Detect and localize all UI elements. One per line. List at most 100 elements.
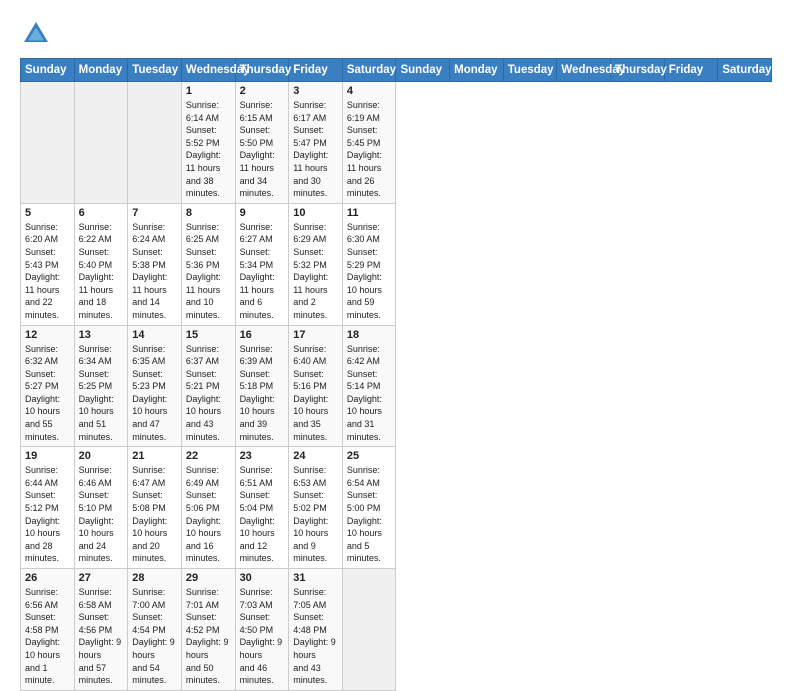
day-cell: 23Sunrise: 6:51 AM Sunset: 5:04 PM Dayli… (235, 447, 289, 569)
day-number: 30 (240, 572, 285, 584)
day-cell: 20 Sunrise: 6:46 AM Sunset: 5:10 PM Dayli… (74, 447, 128, 569)
day-cell: 24 Sunrise: 6:53 AM Sunset: 5:02 PM Dayli… (289, 447, 343, 569)
col-header-thursday: Thursday (235, 59, 289, 82)
calendar-table: SundayMondayTuesdayWednesdayThursdayFrid… (20, 58, 772, 691)
day-cell: 19Sunrise: 6:44 AM Sunset: 5:12 PM Dayli… (21, 447, 75, 569)
day-info: Sunrise: 7:01 AM Sunset: 4:52 PM Dayligh… (186, 586, 231, 687)
day-info: Sunrise: 6:27 AM Sunset: 5:34 PM Dayligh… (240, 221, 285, 322)
day-cell: 27Sunrise: 6:58 AM Sunset: 4:56 PM Dayli… (74, 569, 128, 691)
day-number: 1 (186, 85, 231, 97)
day-info: Sunrise: 6:34 AM Sunset: 5:25 PM Dayligh… (79, 343, 124, 444)
day-cell: 28Sunrise: 7:00 AM Sunset: 4:54 PM Dayli… (128, 569, 182, 691)
day-info: Sunrise: 6:30 AM Sunset: 5:29 PM Dayligh… (347, 221, 392, 322)
day-info: Sunrise: 6:35 AM Sunset: 5:23 PM Dayligh… (132, 343, 177, 444)
header (20, 18, 772, 50)
day-info: Sunrise: 6:47 AM Sunset: 5:08 PM Dayligh… (132, 464, 177, 565)
day-cell: 7 Sunrise: 6:24 AM Sunset: 5:38 PM Daylig… (128, 203, 182, 325)
day-cell: 6 Sunrise: 6:22 AM Sunset: 5:40 PM Daylig… (74, 203, 128, 325)
col-header-saturday: Saturday (718, 59, 772, 82)
day-cell: 25 Sunrise: 6:54 AM Sunset: 5:00 PM Dayli… (342, 447, 396, 569)
day-cell (21, 82, 75, 204)
day-cell: 10Sunrise: 6:29 AM Sunset: 5:32 PM Dayli… (289, 203, 343, 325)
day-cell: 2 Sunrise: 6:15 AM Sunset: 5:50 PM Daylig… (235, 82, 289, 204)
day-info: Sunrise: 6:39 AM Sunset: 5:18 PM Dayligh… (240, 343, 285, 444)
day-cell: 14 Sunrise: 6:35 AM Sunset: 5:23 PM Dayli… (128, 325, 182, 447)
day-info: Sunrise: 6:54 AM Sunset: 5:00 PM Dayligh… (347, 464, 392, 565)
day-number: 15 (186, 329, 231, 341)
day-number: 28 (132, 572, 177, 584)
col-header-thursday: Thursday (611, 59, 665, 82)
day-info: Sunrise: 7:03 AM Sunset: 4:50 PM Dayligh… (240, 586, 285, 687)
day-info: Sunrise: 6:19 AM Sunset: 5:45 PM Dayligh… (347, 99, 392, 200)
page: SundayMondayTuesdayWednesdayThursdayFrid… (0, 0, 792, 612)
day-number: 13 (79, 329, 124, 341)
day-cell: 9 Sunrise: 6:27 AM Sunset: 5:34 PM Daylig… (235, 203, 289, 325)
day-number: 4 (347, 85, 392, 97)
day-cell: 26Sunrise: 6:56 AM Sunset: 4:58 PM Dayli… (21, 569, 75, 691)
day-info: Sunrise: 6:29 AM Sunset: 5:32 PM Dayligh… (293, 221, 338, 322)
day-cell (74, 82, 128, 204)
day-number: 21 (132, 450, 177, 462)
day-info: Sunrise: 6:15 AM Sunset: 5:50 PM Dayligh… (240, 99, 285, 200)
day-info: Sunrise: 6:40 AM Sunset: 5:16 PM Dayligh… (293, 343, 338, 444)
day-info: Sunrise: 6:32 AM Sunset: 5:27 PM Dayligh… (25, 343, 70, 444)
col-header-wednesday: Wednesday (181, 59, 235, 82)
header-row: SundayMondayTuesdayWednesdayThursdayFrid… (21, 59, 772, 82)
day-number: 8 (186, 207, 231, 219)
col-header-sunday: Sunday (396, 59, 450, 82)
day-info: Sunrise: 7:05 AM Sunset: 4:48 PM Dayligh… (293, 586, 338, 687)
day-number: 16 (240, 329, 285, 341)
day-cell: 29 Sunrise: 7:01 AM Sunset: 4:52 PM Dayli… (181, 569, 235, 691)
day-number: 5 (25, 207, 70, 219)
day-info: Sunrise: 6:49 AM Sunset: 5:06 PM Dayligh… (186, 464, 231, 565)
day-info: Sunrise: 6:22 AM Sunset: 5:40 PM Dayligh… (79, 221, 124, 322)
day-cell: 18Sunrise: 6:42 AM Sunset: 5:14 PM Dayli… (342, 325, 396, 447)
day-number: 24 (293, 450, 338, 462)
day-info: Sunrise: 6:24 AM Sunset: 5:38 PM Dayligh… (132, 221, 177, 322)
day-info: Sunrise: 6:53 AM Sunset: 5:02 PM Dayligh… (293, 464, 338, 565)
day-number: 17 (293, 329, 338, 341)
logo-icon (20, 18, 52, 50)
day-info: Sunrise: 6:25 AM Sunset: 5:36 PM Dayligh… (186, 221, 231, 322)
day-number: 2 (240, 85, 285, 97)
day-info: Sunrise: 6:20 AM Sunset: 5:43 PM Dayligh… (25, 221, 70, 322)
col-header-sunday: Sunday (21, 59, 75, 82)
logo (20, 18, 56, 50)
day-number: 20 (79, 450, 124, 462)
day-number: 26 (25, 572, 70, 584)
day-cell: 15 Sunrise: 6:37 AM Sunset: 5:21 PM Dayli… (181, 325, 235, 447)
day-number: 9 (240, 207, 285, 219)
day-cell: 11 Sunrise: 6:30 AM Sunset: 5:29 PM Dayli… (342, 203, 396, 325)
day-number: 19 (25, 450, 70, 462)
day-number: 12 (25, 329, 70, 341)
week-row-1: 1 Sunrise: 6:14 AM Sunset: 5:52 PM Daylig… (21, 82, 772, 204)
day-cell (342, 569, 396, 691)
day-cell: 22 Sunrise: 6:49 AM Sunset: 5:06 PM Dayli… (181, 447, 235, 569)
day-info: Sunrise: 6:37 AM Sunset: 5:21 PM Dayligh… (186, 343, 231, 444)
day-cell: 4 Sunrise: 6:19 AM Sunset: 5:45 PM Daylig… (342, 82, 396, 204)
col-header-monday: Monday (74, 59, 128, 82)
day-number: 6 (79, 207, 124, 219)
day-number: 25 (347, 450, 392, 462)
day-cell: 31Sunrise: 7:05 AM Sunset: 4:48 PM Dayli… (289, 569, 343, 691)
day-info: Sunrise: 6:46 AM Sunset: 5:10 PM Dayligh… (79, 464, 124, 565)
day-number: 23 (240, 450, 285, 462)
week-row-5: 26Sunrise: 6:56 AM Sunset: 4:58 PM Dayli… (21, 569, 772, 691)
week-row-3: 12 Sunrise: 6:32 AM Sunset: 5:27 PM Dayli… (21, 325, 772, 447)
day-number: 22 (186, 450, 231, 462)
col-header-saturday: Saturday (342, 59, 396, 82)
day-cell: 30 Sunrise: 7:03 AM Sunset: 4:50 PM Dayli… (235, 569, 289, 691)
day-cell: 12 Sunrise: 6:32 AM Sunset: 5:27 PM Dayli… (21, 325, 75, 447)
day-number: 29 (186, 572, 231, 584)
day-info: Sunrise: 6:58 AM Sunset: 4:56 PM Dayligh… (79, 586, 124, 687)
day-number: 11 (347, 207, 392, 219)
day-number: 14 (132, 329, 177, 341)
week-row-2: 5 Sunrise: 6:20 AM Sunset: 5:43 PM Daylig… (21, 203, 772, 325)
day-info: Sunrise: 6:14 AM Sunset: 5:52 PM Dayligh… (186, 99, 231, 200)
day-number: 7 (132, 207, 177, 219)
week-row-4: 19Sunrise: 6:44 AM Sunset: 5:12 PM Dayli… (21, 447, 772, 569)
col-header-monday: Monday (450, 59, 504, 82)
day-cell: 16 Sunrise: 6:39 AM Sunset: 5:18 PM Dayli… (235, 325, 289, 447)
day-cell: 17 Sunrise: 6:40 AM Sunset: 5:16 PM Dayli… (289, 325, 343, 447)
col-header-wednesday: Wednesday (557, 59, 611, 82)
